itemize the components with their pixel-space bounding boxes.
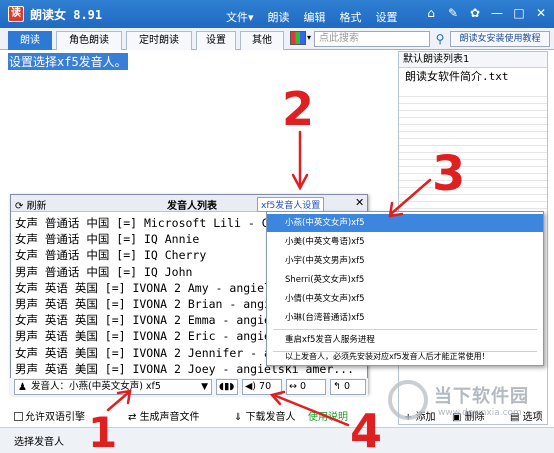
xf5-settings-button[interactable]: xf5发音人设置 [257,197,325,212]
menu-item-xf5-voice[interactable]: 小倩(中英文女声)xf5 [267,290,543,308]
menu-item-xf5-voice[interactable]: 小燕(中英文女声)xf5 [267,214,543,232]
annotation-number-3: 3 [432,146,466,202]
annotation-number-1: 1 [88,408,118,453]
tab-other[interactable]: 其他 [240,31,284,50]
search-input[interactable]: 点此搜索 [314,31,430,47]
menu-item-xf5-voice[interactable]: 小宇(中英文男声)xf5 [267,252,543,270]
speed-icon: ↔ [289,381,300,392]
pitch-value: 0 [343,381,351,392]
palette-icon[interactable] [290,31,306,45]
chevron-down-icon: ▼ [201,382,208,392]
list-ruled-lines [399,90,547,210]
voice-popup-header: ⟳ 刷新 发音人列表 xf5发音人设置 ✕ [11,195,367,212]
volume-value: 70 [259,381,272,392]
voice-control-bar: ♟ 发音人：小燕(中英文女声) xf5 ▼ ◖▮◗ ◀) 70 ↔ 0 ↰ 0 [10,378,368,396]
close-icon[interactable]: ✕ [534,6,548,20]
menu-item-xf5-voice[interactable]: 小美(中英文粤语)xf5 [267,233,543,251]
editor-text: 设置选择xf5发音人。 [8,53,128,70]
speed-value: 0 [299,381,307,392]
menu-divider [273,329,537,330]
allow-dual-engine-checkbox[interactable]: 允许双语引擎 [14,408,85,423]
app-title: 朗读女 8.91 [30,8,103,22]
tab-timed-read[interactable]: 定时朗读 [126,31,192,50]
menu-item-xf5-voice[interactable]: 小琳(台湾普通话)xf5 [267,309,543,327]
refresh-icon: ⟳ [15,201,27,212]
tab-read[interactable]: 朗读 [8,31,52,50]
title-bar: 读 朗读女 8.91 文件▾ 朗读 编辑 格式 设置 ⌂ ✎ ✿ — □ ✕ [0,0,554,28]
list-item[interactable]: 朗读女软件简介.txt [399,68,547,86]
voice-select-label: 发音人：小燕(中英文女声) xf5 [31,381,161,392]
chevron-down-icon[interactable]: ▾ [307,33,311,42]
pitch-icon: ↰ [333,381,344,392]
search-icon[interactable]: ⚲ [432,31,448,47]
skin-icon[interactable]: ✿ [468,6,482,20]
annotation-number-2: 2 [282,82,315,136]
tutorial-button[interactable]: 朗读女安装使用教程 [450,31,550,47]
menu-item-restart-service[interactable]: 重启xf5发音人服务进程 [267,331,543,349]
watermark-url: www.downxia.com [438,408,522,418]
watermark-text: 当下软件园 [434,386,529,407]
maximize-icon[interactable]: □ [512,6,526,20]
menu-note: 以上发音人，必须先安装对应xf5发音人后才能正常使用！ [285,352,490,361]
voice-select[interactable]: ♟ 发音人：小燕(中英文女声) xf5 ▼ [14,379,212,395]
menu-settings[interactable]: 设置 [376,9,398,25]
pitch-control[interactable]: ↰ 0 [330,379,366,395]
refresh-button[interactable]: ⟳ 刷新 [15,197,47,212]
help-link[interactable]: 使用说明 [308,408,348,423]
menu-item-xf5-voice[interactable]: Sherri(英文女声)xf5 [267,271,543,289]
watermark: 当下软件园 www.downxia.com [388,376,554,428]
status-text: 选择发音人 [14,437,64,448]
speed-control[interactable]: ↔ 0 [286,379,326,395]
generate-audio-label: 生成声音文件 [139,412,200,423]
home-icon[interactable]: ⌂ [424,6,438,20]
person-icon: ♟ [18,382,27,393]
voice-popup-title: 发音人列表 [167,201,217,212]
download-voice-label: 下载发音人 [245,412,296,423]
status-bar: 选择发音人 [0,427,554,453]
window-controls: ⌂ ✎ ✿ — □ ✕ [424,6,548,20]
tab-settings[interactable]: 设置 [196,31,236,50]
menu-edit[interactable]: 编辑 [304,9,326,25]
allow-dual-engine-label: 允许双语引擎 [25,412,85,423]
close-icon[interactable]: ✕ [355,196,364,209]
engine-icon[interactable]: ◖▮◗ [216,379,238,395]
reading-list-header: 默认朗读列表1 [399,52,547,68]
volume-icon: ◀) [245,381,260,392]
xf5-voice-menu: 小燕(中英文女声)xf5 小美(中英文粤语)xf5 小宇(中英文男声)xf5 S… [266,211,544,366]
checkbox-icon [14,412,23,421]
refresh-label: 刷新 [26,201,47,212]
menu-read[interactable]: 朗读 [268,9,290,25]
generate-audio-button[interactable]: ⇄ 生成声音文件 [128,408,200,423]
tab-role-read[interactable]: 角色朗读 [56,31,122,50]
download-icon: ⇓ [234,412,246,423]
download-voice-button[interactable]: ⇓ 下载发音人 [234,408,296,423]
volume-control[interactable]: ◀) 70 [242,379,282,395]
app-logo-icon: 读 [8,6,24,22]
menu-file[interactable]: 文件▾ [226,9,254,25]
generate-icon: ⇄ [128,412,140,423]
watermark-logo-icon [388,380,428,420]
pin-icon[interactable]: ✎ [446,6,460,20]
menu-bar: 文件▾ 朗读 编辑 格式 设置 [226,9,398,25]
menu-format[interactable]: 格式 [340,9,362,25]
annotation-number-4: 4 [350,404,383,453]
minimize-icon[interactable]: — [490,6,504,20]
